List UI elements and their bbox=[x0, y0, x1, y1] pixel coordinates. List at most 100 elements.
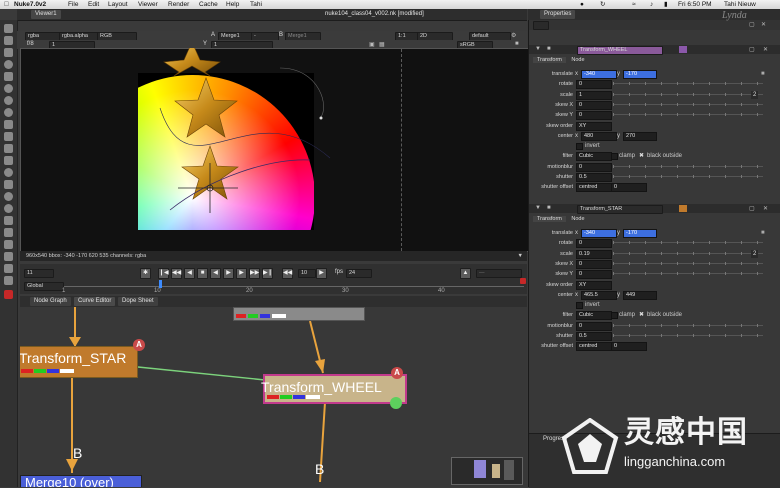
furnace-icon[interactable] bbox=[4, 180, 13, 189]
deep-icon[interactable] bbox=[4, 216, 13, 225]
keyframe-point[interactable] bbox=[319, 116, 323, 120]
other-icon[interactable] bbox=[4, 168, 13, 177]
knob-field[interactable]: XY bbox=[576, 280, 612, 290]
prev-frame-button[interactable]: ◀ bbox=[184, 268, 195, 279]
mask-input-a-badge[interactable]: A bbox=[133, 339, 145, 351]
tab-node[interactable]: Node bbox=[567, 57, 588, 63]
max-panels-field[interactable] bbox=[533, 21, 549, 30]
playhead[interactable] bbox=[159, 280, 162, 288]
knob-field[interactable]: 0 bbox=[576, 239, 612, 249]
merge-icon[interactable] bbox=[4, 108, 13, 117]
knob-field[interactable]: 465.5 bbox=[581, 290, 617, 300]
menu-layout[interactable]: Layout bbox=[108, 0, 128, 9]
clock[interactable]: Fri 6:50 PM bbox=[678, 0, 712, 9]
cache-icon[interactable] bbox=[4, 264, 13, 273]
tab-properties[interactable]: Properties bbox=[540, 10, 576, 19]
settings-button[interactable]: ✱ bbox=[140, 268, 151, 279]
play-button[interactable]: ▶ bbox=[223, 268, 234, 279]
knob-slider[interactable] bbox=[613, 251, 763, 255]
color-icon[interactable] bbox=[4, 72, 13, 81]
knob-field[interactable]: 0 bbox=[576, 270, 612, 280]
clear-icon[interactable]: ✕ bbox=[761, 21, 766, 28]
keyer-icon[interactable] bbox=[4, 96, 13, 105]
menu-viewer[interactable]: Viewer bbox=[138, 0, 158, 9]
frame-step-field[interactable]: 10 bbox=[298, 269, 316, 278]
node-color-icon[interactable]: ■ bbox=[547, 46, 551, 52]
app-menu[interactable]: Nuke7.0v2 bbox=[14, 0, 46, 9]
current-frame-field[interactable]: 11 bbox=[24, 269, 54, 278]
user-menu[interactable]: Tahi Nieuw bbox=[724, 0, 756, 9]
tab-viewer1[interactable]: Viewer1 bbox=[31, 10, 61, 19]
knob-field[interactable]: 0 bbox=[576, 100, 612, 110]
knob-field[interactable]: centred bbox=[576, 342, 612, 352]
graph-navigator[interactable] bbox=[451, 457, 523, 485]
knob-field[interactable]: XY bbox=[576, 121, 612, 131]
knob-field[interactable]: 0 bbox=[611, 183, 647, 193]
panel-name-field[interactable]: Transform_WHEEL bbox=[577, 46, 663, 55]
global-scope-select[interactable]: Global bbox=[24, 282, 64, 291]
menu-render[interactable]: Render bbox=[168, 0, 189, 9]
clamp-checkbox[interactable] bbox=[611, 153, 618, 161]
knob-slider[interactable] bbox=[613, 102, 763, 106]
image-icon[interactable] bbox=[4, 24, 13, 33]
knob-slider[interactable] bbox=[613, 164, 763, 168]
knob-field[interactable]: -340 bbox=[581, 70, 617, 79]
channel-icon[interactable] bbox=[4, 60, 13, 69]
node-swatch[interactable] bbox=[679, 46, 687, 53]
filter-icon[interactable] bbox=[4, 84, 13, 93]
knob-field[interactable]: 0.19 bbox=[576, 249, 612, 259]
black-outside-checkbox[interactable]: ✖ bbox=[639, 310, 644, 320]
knob-slider[interactable] bbox=[613, 175, 763, 178]
tab-dope-sheet[interactable]: Dope Sheet bbox=[118, 297, 158, 306]
knob-slider[interactable] bbox=[613, 272, 763, 276]
proxy-icon[interactable]: ▦ bbox=[379, 41, 385, 48]
knob-field[interactable]: Cubic bbox=[576, 311, 612, 321]
views-icon[interactable] bbox=[4, 144, 13, 153]
knob-slider[interactable] bbox=[613, 241, 763, 245]
particles-icon[interactable] bbox=[4, 192, 13, 201]
tab-node-graph[interactable]: Node Graph bbox=[30, 297, 71, 306]
draw-icon[interactable] bbox=[4, 36, 13, 45]
next-frame-button[interactable]: ▶ bbox=[236, 268, 247, 279]
node-swatch[interactable] bbox=[679, 205, 687, 212]
panel-name-field[interactable]: Transform_STAR bbox=[577, 205, 663, 214]
node-graph[interactable]: Transform_STAR A Transform_WHEEL A B B M… bbox=[20, 307, 527, 487]
stop-button[interactable]: ■ bbox=[197, 268, 208, 279]
toolsets-icon[interactable] bbox=[4, 204, 13, 213]
menu-file[interactable]: File bbox=[68, 0, 78, 9]
roi-icon[interactable]: ▣ bbox=[369, 41, 375, 48]
knob-field[interactable]: -170 bbox=[623, 229, 657, 238]
metadata-icon[interactable] bbox=[4, 156, 13, 165]
knob-field[interactable]: 0 bbox=[576, 111, 612, 121]
tab-transform[interactable]: Transform bbox=[533, 57, 566, 63]
menu-cache[interactable]: Cache bbox=[199, 0, 218, 9]
last-frame-button[interactable]: ▶❙ bbox=[262, 268, 273, 279]
in-out-button[interactable]: ▲ bbox=[460, 268, 471, 279]
knob-field[interactable]: centred bbox=[576, 183, 612, 193]
menu-help[interactable]: Help bbox=[226, 0, 239, 9]
menu-tahi[interactable]: Tahi bbox=[250, 0, 262, 9]
channel-count-button[interactable]: 2 bbox=[751, 249, 759, 258]
dropbox-icon[interactable]: ● bbox=[580, 0, 584, 9]
wifi-icon[interactable]: ≈ bbox=[632, 0, 636, 9]
float-icon[interactable]: ▢ bbox=[749, 21, 755, 28]
tab-node[interactable]: Node bbox=[567, 216, 588, 222]
node-merge10[interactable]: Merge10 (over) bbox=[20, 475, 142, 487]
fps-field[interactable]: 24 bbox=[346, 269, 372, 278]
timeline-ruler[interactable] bbox=[64, 286, 524, 287]
top-node[interactable] bbox=[233, 307, 365, 321]
knob-slider[interactable] bbox=[613, 261, 763, 265]
viewer-input-dot[interactable] bbox=[390, 397, 402, 409]
invert-checkbox[interactable] bbox=[576, 302, 583, 310]
knob-slider[interactable] bbox=[613, 113, 763, 117]
float-panel-icon[interactable]: ▢ bbox=[749, 205, 755, 212]
volume-icon[interactable]: ♪ bbox=[650, 0, 653, 9]
float-panel-icon[interactable]: ▢ bbox=[749, 46, 755, 53]
collapse-icon[interactable]: ▼ bbox=[535, 46, 541, 52]
knob-field[interactable]: -170 bbox=[623, 70, 657, 79]
node-color-icon[interactable]: ■ bbox=[547, 205, 551, 211]
menu-edit[interactable]: Edit bbox=[88, 0, 99, 9]
python-icon[interactable] bbox=[4, 240, 13, 249]
settings-icon[interactable] bbox=[4, 252, 13, 261]
knob-field[interactable]: 0.5 bbox=[576, 173, 612, 182]
